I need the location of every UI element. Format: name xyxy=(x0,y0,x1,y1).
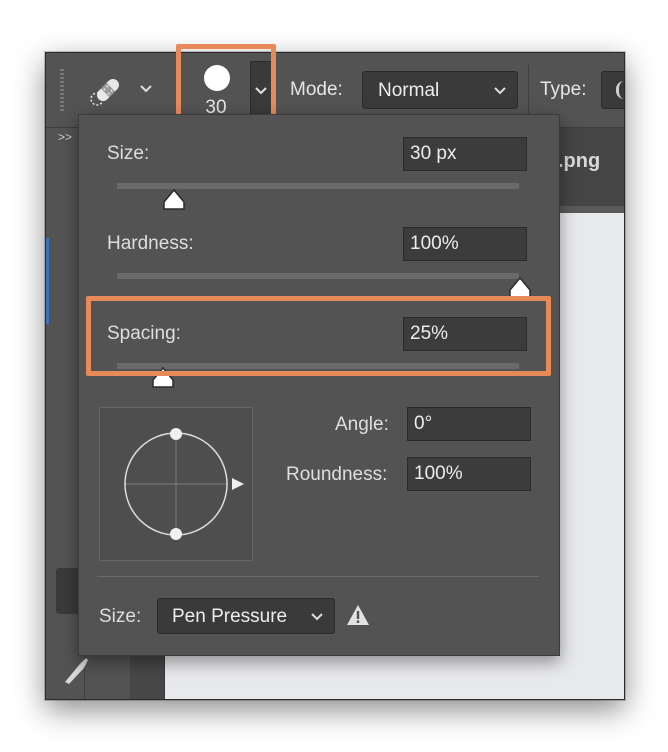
spot-healing-brush-icon[interactable] xyxy=(89,71,127,109)
brush-tip-angle-preview[interactable] xyxy=(99,407,253,561)
mode-label: Mode: xyxy=(290,79,343,100)
pressure-size-value: Pen Pressure xyxy=(172,606,288,627)
brush-tool-icon[interactable] xyxy=(60,656,90,691)
pressure-size-label: Size: xyxy=(99,606,142,627)
options-bar-grip[interactable] xyxy=(60,69,64,111)
tool-preset-chevron-down-icon[interactable] xyxy=(139,81,153,97)
mode-value: Normal xyxy=(378,80,440,101)
brush-preset-picker-panel: Size: 30 px Hardness: 100% Spacing: 25% … xyxy=(78,114,560,656)
angle-field[interactable]: 0° xyxy=(407,407,531,441)
hardness-label: Hardness: xyxy=(107,233,194,254)
mode-dropdown[interactable]: Normal xyxy=(362,71,518,109)
spacing-highlight xyxy=(86,296,551,376)
warning-icon xyxy=(345,603,371,632)
collapse-panel-icon[interactable]: >> xyxy=(58,130,72,144)
active-group-indicator xyxy=(46,238,49,324)
hardness-slider-track[interactable] xyxy=(117,273,519,279)
roundness-field[interactable]: 100% xyxy=(407,457,531,491)
angle-label: Angle: xyxy=(335,414,389,435)
options-separator xyxy=(528,65,529,115)
pressure-chevron-down-icon xyxy=(311,613,323,621)
type-label: Type: xyxy=(540,79,587,100)
type-control[interactable] xyxy=(601,71,624,109)
vertical-ruler xyxy=(130,653,165,699)
size-slider-thumb[interactable] xyxy=(162,188,186,216)
type-radio-partial-icon xyxy=(616,81,624,99)
roundness-label: Roundness: xyxy=(286,464,388,485)
hardness-field[interactable]: 100% xyxy=(403,227,527,261)
mode-chevron-down-icon xyxy=(494,87,506,95)
size-field[interactable]: 30 px xyxy=(403,137,527,171)
panel-divider xyxy=(97,576,539,577)
size-label: Size: xyxy=(107,143,150,164)
document-tab-title[interactable]: .png xyxy=(558,150,600,173)
pressure-size-dropdown[interactable]: Pen Pressure xyxy=(157,598,335,634)
